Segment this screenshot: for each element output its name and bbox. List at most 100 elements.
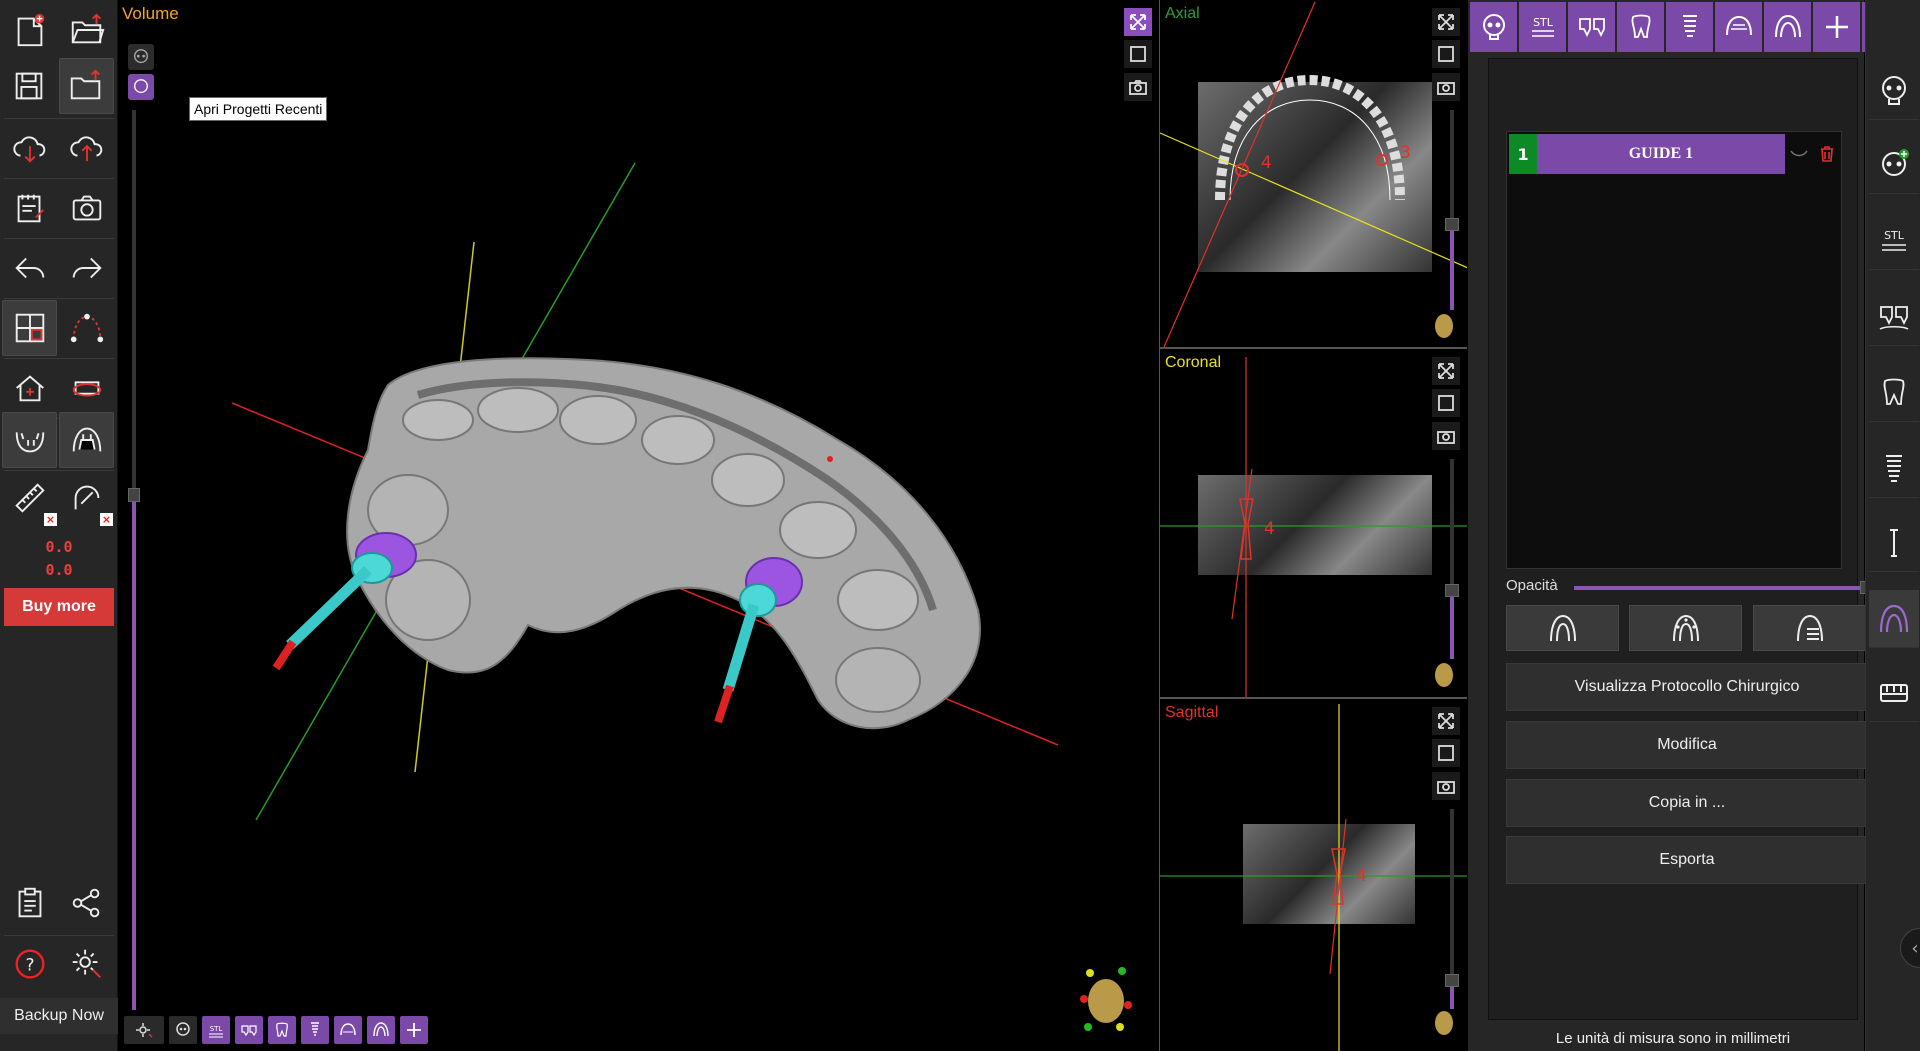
sagittal-view-panel[interactable]: Sagittal 4 bbox=[1159, 699, 1467, 1051]
curve-button[interactable] bbox=[59, 300, 114, 356]
axial-implant-4-label: 4 bbox=[1261, 153, 1272, 173]
tooth-visibility-button[interactable] bbox=[268, 1016, 296, 1044]
eye-closed-icon bbox=[1790, 150, 1808, 157]
backup-now-button[interactable]: Backup Now bbox=[0, 998, 118, 1034]
tab-stl[interactable]: STL bbox=[1519, 2, 1566, 52]
redo-button[interactable] bbox=[59, 240, 114, 296]
single-coronal-button[interactable] bbox=[1432, 389, 1460, 417]
tab-implant[interactable] bbox=[1666, 2, 1713, 52]
home-icon bbox=[15, 375, 44, 402]
maximize-coronal-button[interactable] bbox=[1432, 357, 1460, 385]
new-project-button[interactable] bbox=[2, 2, 57, 58]
teeth-icon bbox=[1879, 305, 1909, 330]
sagittal-orientation-head-icon bbox=[1435, 1011, 1453, 1035]
side-bridge-button[interactable] bbox=[1869, 664, 1919, 722]
implant-visibility-button[interactable] bbox=[301, 1016, 329, 1044]
side-implant-button[interactable] bbox=[1869, 440, 1919, 498]
undo-button[interactable] bbox=[2, 240, 57, 296]
tab-add[interactable] bbox=[1813, 2, 1860, 52]
side-teeth-button[interactable] bbox=[1869, 288, 1919, 346]
tab-volume[interactable] bbox=[1470, 2, 1517, 52]
side-stl-button[interactable]: STL bbox=[1869, 212, 1919, 270]
tab-arch[interactable] bbox=[1715, 2, 1762, 52]
lower-arch-button[interactable] bbox=[2, 412, 57, 468]
toolbar-divider bbox=[4, 298, 114, 299]
implant-icon bbox=[1682, 15, 1697, 37]
angle-value: 0.0 bbox=[45, 561, 73, 579]
coronal-orientation-head-icon bbox=[1435, 663, 1453, 687]
report-button[interactable] bbox=[2, 180, 57, 236]
guide-visibility-button[interactable] bbox=[367, 1016, 395, 1044]
share-button[interactable] bbox=[59, 875, 114, 931]
teeth-visibility-button[interactable] bbox=[235, 1016, 263, 1044]
toolbar-divider bbox=[4, 178, 114, 179]
settings-button[interactable] bbox=[59, 936, 114, 992]
axial-view-panel[interactable]: Axial 4 3 bbox=[1159, 0, 1467, 349]
axial-implant-3-label: 3 bbox=[1400, 143, 1411, 163]
tab-teeth[interactable] bbox=[1568, 2, 1615, 52]
tab-tooth[interactable] bbox=[1617, 2, 1664, 52]
opacity-label: Opacità bbox=[1506, 577, 1558, 594]
snapshot-sagittal-button[interactable] bbox=[1432, 772, 1460, 800]
upper-arch-button[interactable] bbox=[59, 412, 114, 468]
teeth-icon bbox=[1578, 18, 1605, 38]
save-project-button[interactable] bbox=[2, 58, 57, 114]
dental-model-3d[interactable] bbox=[118, 0, 1159, 1051]
guide-list-item[interactable]: 1 GUIDE 1 bbox=[1509, 134, 1841, 174]
new-file-icon bbox=[17, 13, 44, 47]
screenshot-button[interactable] bbox=[59, 180, 114, 236]
snapshot-axial-button[interactable] bbox=[1432, 73, 1460, 101]
top-tab-bar: STL bbox=[1470, 2, 1909, 52]
guide-visibility-toggle[interactable] bbox=[1785, 134, 1813, 174]
home-view-button[interactable] bbox=[2, 360, 57, 416]
add-object-button[interactable] bbox=[400, 1016, 428, 1044]
modify-button[interactable]: Modifica bbox=[1506, 721, 1868, 769]
snapshot-coronal-button[interactable] bbox=[1432, 422, 1460, 450]
volume-visibility-button[interactable] bbox=[169, 1016, 197, 1044]
toolbar-divider bbox=[4, 358, 114, 359]
axial-slider-handle[interactable] bbox=[1445, 218, 1459, 231]
orientation-head-icon[interactable] bbox=[1070, 965, 1140, 1035]
sagittal-slider-handle[interactable] bbox=[1445, 974, 1459, 987]
guide-shape-button-1[interactable] bbox=[1506, 605, 1619, 651]
view-surgical-protocol-button[interactable]: Visualizza Protocollo Chirurgico bbox=[1506, 663, 1868, 711]
stl-icon: STL bbox=[1531, 16, 1554, 37]
guide-shape-button-2[interactable] bbox=[1629, 605, 1742, 651]
help-button[interactable]: ? bbox=[2, 936, 57, 992]
rotate-3d-icon bbox=[72, 381, 101, 397]
open-project-button[interactable] bbox=[59, 2, 114, 58]
maximize-sagittal-button[interactable] bbox=[1432, 707, 1460, 735]
guide-name[interactable]: GUIDE 1 bbox=[1537, 134, 1785, 174]
layout-button[interactable] bbox=[2, 300, 58, 356]
export-button[interactable]: Esporta bbox=[1506, 836, 1868, 884]
single-sagittal-button[interactable] bbox=[1432, 739, 1460, 767]
arch-visibility-button[interactable] bbox=[334, 1016, 362, 1044]
maximize-axial-button[interactable] bbox=[1432, 8, 1460, 36]
view-settings-dropdown[interactable] bbox=[124, 1016, 164, 1044]
undo-icon bbox=[14, 257, 44, 279]
coronal-slider-handle[interactable] bbox=[1445, 584, 1459, 597]
tab-guide[interactable] bbox=[1764, 2, 1811, 52]
side-volume-button[interactable] bbox=[1869, 62, 1919, 120]
volume-3d-viewport[interactable]: Volume Apri Progetti Recenti STL bbox=[118, 0, 1159, 1051]
clear-angle-icon[interactable]: × bbox=[100, 513, 113, 526]
cloud-upload-button[interactable] bbox=[59, 120, 114, 176]
notepad-edit-icon bbox=[17, 194, 44, 223]
guide-shape-button-3[interactable] bbox=[1753, 605, 1866, 651]
buy-more-button[interactable]: Buy more bbox=[4, 588, 114, 626]
clear-measure-icon[interactable]: × bbox=[44, 513, 57, 526]
clipboard-button[interactable] bbox=[2, 875, 57, 931]
side-guide-button[interactable] bbox=[1869, 590, 1919, 648]
guide-delete-button[interactable] bbox=[1813, 134, 1841, 174]
rotate-view-button[interactable] bbox=[59, 360, 114, 416]
single-axial-button[interactable] bbox=[1432, 40, 1460, 68]
coronal-view-panel[interactable]: Coronal 4 bbox=[1159, 349, 1467, 699]
cloud-download-button[interactable] bbox=[2, 120, 57, 176]
side-tooth-button[interactable] bbox=[1869, 364, 1919, 422]
side-pin-button[interactable] bbox=[1869, 514, 1919, 572]
recent-projects-button[interactable] bbox=[58, 58, 114, 114]
copy-to-button[interactable]: Copia in ... bbox=[1506, 779, 1868, 827]
side-add-volume-button[interactable] bbox=[1869, 136, 1919, 194]
stl-visibility-button[interactable]: STL bbox=[202, 1016, 230, 1044]
opacity-slider[interactable] bbox=[1574, 586, 1862, 590]
